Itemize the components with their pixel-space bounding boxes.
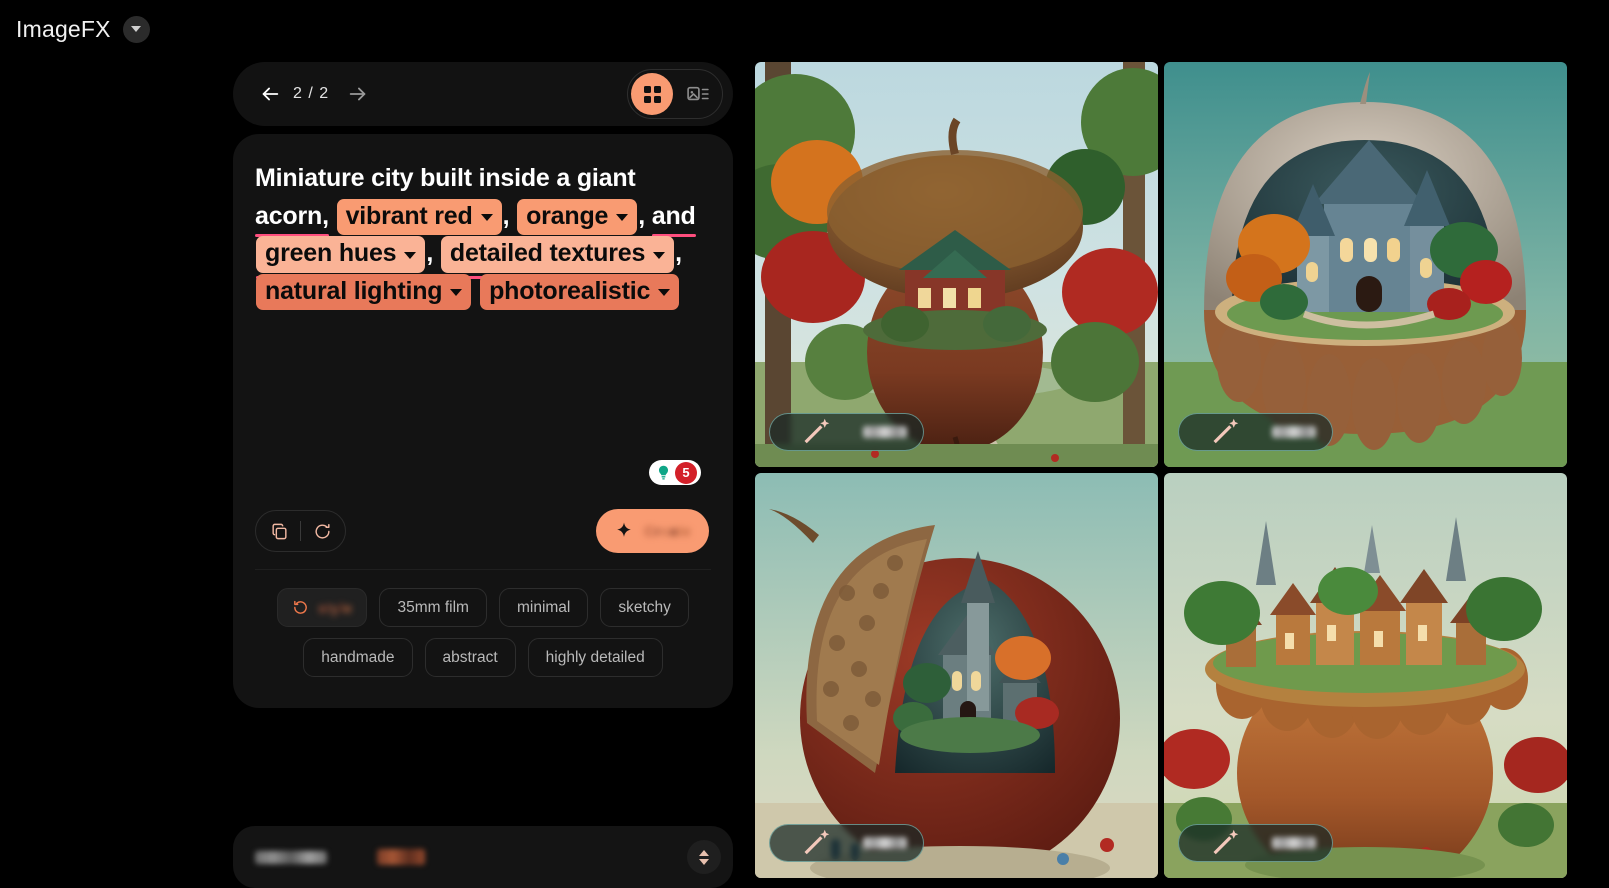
prompt-segment-and: and bbox=[651, 201, 696, 230]
divider bbox=[300, 521, 301, 541]
edit-image-pill[interactable] bbox=[769, 413, 924, 451]
magic-wand-icon bbox=[1213, 418, 1239, 444]
bottom-bar-label bbox=[255, 850, 327, 864]
prompt-chip-natural-lighting[interactable]: natural lighting bbox=[256, 273, 472, 310]
prompt-card: Miniature city built inside a giant acor… bbox=[233, 134, 733, 708]
image-list-view-icon[interactable] bbox=[677, 73, 719, 115]
generated-image-3[interactable] bbox=[755, 473, 1158, 878]
refresh-icon[interactable] bbox=[305, 514, 339, 548]
image-artwork bbox=[755, 473, 1158, 878]
prompt-comma: , bbox=[675, 239, 682, 267]
grid-view-icon[interactable] bbox=[631, 73, 673, 115]
edit-image-pill[interactable] bbox=[1178, 824, 1333, 862]
chevron-down-icon bbox=[653, 251, 666, 259]
refresh-icon bbox=[294, 600, 307, 614]
view-mode-toggle bbox=[627, 69, 723, 119]
chevron-down-glyph bbox=[699, 858, 709, 865]
edit-image-pill[interactable] bbox=[1178, 413, 1333, 451]
generate-button-label: Create bbox=[644, 523, 691, 539]
chevron-down-icon bbox=[480, 214, 493, 222]
edit-image-label bbox=[862, 426, 907, 438]
suggestions-hint-pill[interactable]: 5 bbox=[649, 460, 701, 485]
image-artwork bbox=[1164, 62, 1567, 467]
prompt-chip-green-hues[interactable]: green hues bbox=[256, 236, 426, 278]
app-title: ImageFX bbox=[16, 15, 111, 42]
prompt-chip-vibrant-red[interactable]: vibrant red bbox=[336, 198, 502, 235]
sparkle-icon bbox=[617, 522, 632, 537]
prompt-chip-photorealistic[interactable]: photorealistic bbox=[480, 273, 680, 310]
edit-image-label bbox=[862, 837, 907, 849]
prompt-comma: , bbox=[426, 239, 434, 267]
page-counter: 2 / 2 bbox=[293, 85, 330, 102]
generated-image-4[interactable] bbox=[1164, 473, 1567, 878]
generate-button[interactable]: Create bbox=[596, 509, 709, 553]
style-row-1: style 35mm film minimal sketchy bbox=[269, 588, 697, 627]
chevron-down-icon bbox=[404, 251, 417, 259]
style-chip-handmade[interactable]: handmade bbox=[303, 638, 413, 677]
style-chip-label: style bbox=[318, 599, 353, 616]
prompt-chip-detailed-textures[interactable]: detailed textures bbox=[440, 236, 675, 278]
style-suggestions: style 35mm film minimal sketchy handmade… bbox=[255, 569, 711, 708]
arrow-left-icon[interactable] bbox=[253, 77, 287, 111]
edit-image-pill[interactable] bbox=[769, 824, 924, 862]
style-chip-sketchy[interactable]: sketchy bbox=[600, 588, 689, 627]
generated-image-1[interactable] bbox=[755, 62, 1158, 467]
prompt-chip-label: vibrant red bbox=[345, 201, 473, 230]
prompt-action-row: Create bbox=[255, 493, 711, 569]
chevron-down-icon bbox=[616, 214, 629, 222]
imagefx-app: ImageFX 2 / 2 Miniature city built insid… bbox=[0, 0, 1609, 888]
prompt-chip-label: green hues bbox=[265, 239, 397, 267]
prompt-chip-label: orange bbox=[526, 201, 609, 230]
edit-image-label bbox=[1271, 426, 1316, 438]
prompt-tool-group bbox=[255, 510, 346, 552]
prompt-chip-label: detailed textures bbox=[449, 239, 646, 267]
chevron-down-icon bbox=[450, 289, 463, 297]
style-chip-35mm-film[interactable]: 35mm film bbox=[379, 588, 487, 627]
grid-view-glyph bbox=[643, 85, 661, 103]
prompt-chip-label: photorealistic bbox=[489, 276, 651, 305]
style-chip-abstract[interactable]: abstract bbox=[424, 638, 516, 677]
image-artwork bbox=[755, 62, 1158, 467]
prompt-comma: , bbox=[502, 201, 510, 230]
left-panel: 2 / 2 Miniature city built inside a gian… bbox=[233, 62, 733, 888]
style-chip-shuffle[interactable]: style bbox=[277, 588, 368, 627]
prompt-chip-label: natural lighting bbox=[265, 276, 443, 305]
prompt-navigation-bar: 2 / 2 bbox=[233, 62, 733, 126]
bottom-bar-value bbox=[377, 849, 425, 865]
edit-image-label bbox=[1271, 837, 1316, 849]
style-chip-minimal[interactable]: minimal bbox=[498, 588, 589, 627]
chevron-down-icon bbox=[658, 289, 671, 297]
arrow-right-icon[interactable] bbox=[341, 77, 375, 111]
generated-image-2[interactable] bbox=[1164, 62, 1567, 467]
chevron-up-glyph bbox=[699, 849, 709, 856]
magic-wand-icon bbox=[804, 418, 830, 444]
style-chip-highly-detailed[interactable]: highly detailed bbox=[527, 638, 663, 677]
copy-icon[interactable] bbox=[262, 514, 296, 548]
magic-wand-icon bbox=[804, 829, 830, 855]
chevron-up-down-icon[interactable] bbox=[687, 840, 721, 874]
magic-wand-icon bbox=[1213, 829, 1239, 855]
prompt-editor[interactable]: Miniature city built inside a giant acor… bbox=[255, 160, 711, 310]
suggestion-count-badge: 5 bbox=[675, 461, 697, 484]
image-artwork bbox=[1164, 473, 1567, 878]
lightbulb-icon bbox=[658, 465, 669, 480]
chevron-down-icon[interactable] bbox=[122, 15, 150, 43]
chevron-down-glyph bbox=[131, 26, 142, 32]
image-results-grid bbox=[755, 62, 1609, 888]
brand-bar: ImageFX bbox=[0, 0, 760, 58]
prompt-spacer bbox=[255, 310, 711, 460]
prompt-chip-orange[interactable]: orange bbox=[517, 198, 638, 241]
bottom-settings-bar[interactable] bbox=[233, 826, 733, 888]
prompt-comma: , bbox=[638, 201, 645, 230]
style-row-2: handmade abstract highly detailed bbox=[269, 638, 697, 677]
